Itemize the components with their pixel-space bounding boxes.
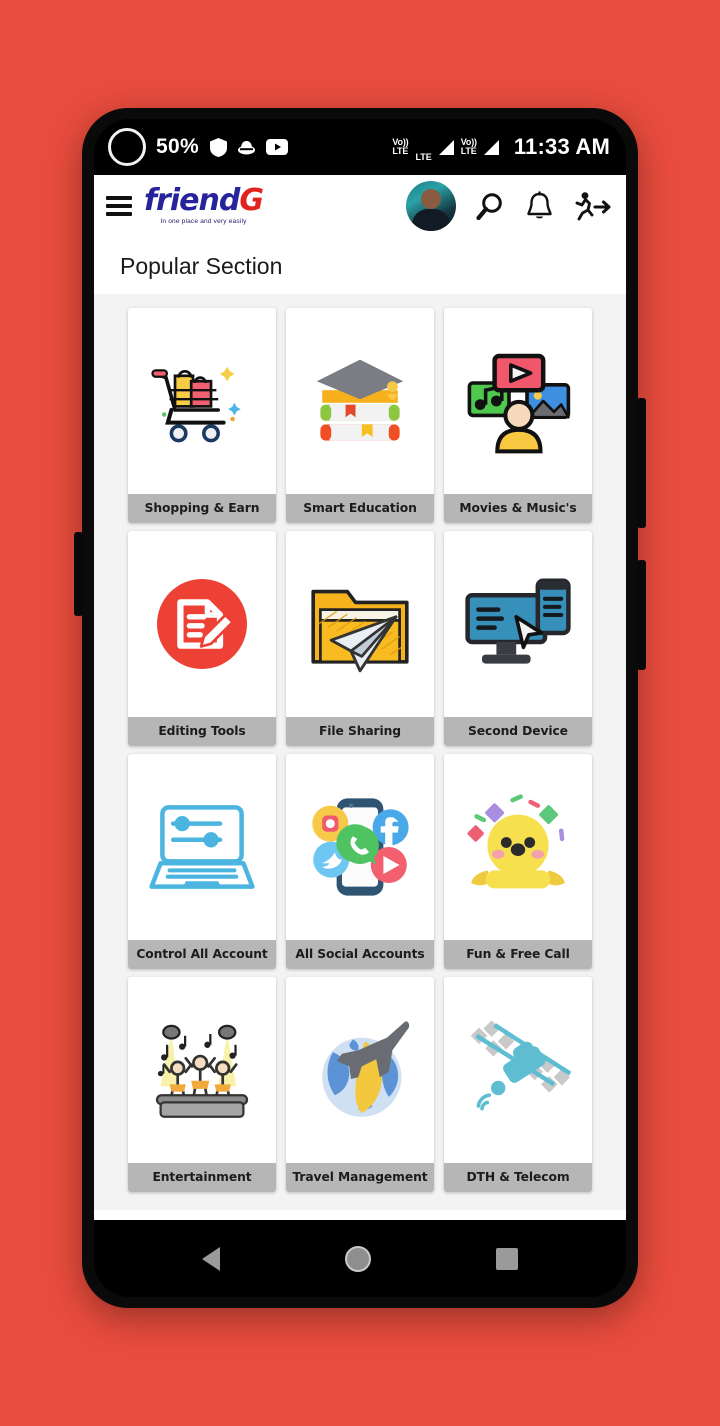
search-icon[interactable] — [475, 191, 506, 222]
logout-exit-icon[interactable] — [573, 191, 612, 222]
status-bar-left-icons — [209, 137, 288, 157]
document-edit-icon — [128, 531, 276, 717]
volte-bottom-label-2: LTE — [460, 146, 477, 156]
card-label: Smart Education — [286, 494, 434, 523]
app-logo-tagline: In one place and very easily — [160, 218, 247, 226]
avatar[interactable] — [406, 181, 456, 231]
card-label: Second Device — [444, 717, 592, 746]
monitor-phone-icon — [444, 531, 592, 717]
app-logo-text-accent: G — [239, 183, 264, 219]
android-navigation-bar — [94, 1220, 626, 1297]
phone-volume-button[interactable] — [637, 398, 646, 528]
phone-power-button[interactable] — [637, 560, 646, 670]
camera-punch-hole-icon — [108, 128, 146, 166]
shopping-cart-icon — [128, 308, 276, 494]
back-button[interactable] — [202, 1246, 221, 1271]
volte-bottom-label: LTE — [392, 146, 409, 156]
card-all-social-accounts[interactable]: All Social Accounts — [286, 754, 434, 969]
card-control-all-account[interactable]: Control All Account — [128, 754, 276, 969]
card-smart-education[interactable]: Smart Education — [286, 308, 434, 523]
app-logo-text: friendG — [144, 183, 264, 219]
battery-percent-label: 50% — [156, 135, 199, 158]
card-travel-management[interactable]: Travel Management — [286, 977, 434, 1192]
notification-bell-icon[interactable] — [525, 190, 554, 222]
card-label: Shopping & Earn — [128, 494, 276, 523]
card-label: Editing Tools — [128, 717, 276, 746]
card-label: Entertainment — [128, 1163, 276, 1192]
satellite-icon — [444, 977, 592, 1163]
status-bar-clock: 11:33 AM — [513, 134, 610, 159]
volte-indicator-2: Vo)) LTE — [461, 138, 477, 156]
content-scroll-area[interactable]: Shopping & Earn Smart Education Movies &… — [94, 294, 626, 1210]
popular-section-grid: Shopping & Earn Smart Education Movies &… — [94, 308, 626, 1192]
lte-label: LTE — [415, 152, 432, 162]
card-label: Travel Management — [286, 1163, 434, 1192]
signal-strength-icon-1 — [438, 139, 454, 155]
card-file-sharing[interactable]: File Sharing — [286, 531, 434, 746]
youtube-icon — [265, 139, 288, 155]
card-movies-musics[interactable]: Movies & Music's — [444, 308, 592, 523]
header-actions — [406, 181, 612, 231]
shield-icon — [209, 137, 227, 157]
page-title: Popular Section — [120, 253, 283, 279]
media-person-icon — [444, 308, 592, 494]
card-label: DTH & Telecom — [444, 1163, 592, 1192]
card-label: Fun & Free Call — [444, 940, 592, 969]
recents-button[interactable] — [495, 1247, 518, 1270]
phone-screen: 50% Vo)) LTE LTE Vo)) LTE 11:33 AM frien… — [94, 119, 626, 1297]
card-editing-tools[interactable]: Editing Tools — [128, 531, 276, 746]
smiley-confetti-icon — [444, 754, 592, 940]
card-label: Control All Account — [128, 940, 276, 969]
card-fun-free-call[interactable]: Fun & Free Call — [444, 754, 592, 969]
status-bar: 50% Vo)) LTE LTE Vo)) LTE 11:33 AM — [94, 119, 626, 175]
card-shopping-earn[interactable]: Shopping & Earn — [128, 308, 276, 523]
graduation-books-icon — [286, 308, 434, 494]
card-entertainment[interactable]: Entertainment — [128, 977, 276, 1192]
stage-performers-icon — [128, 977, 276, 1163]
folder-paper-plane-icon — [286, 531, 434, 717]
phone-frame: 50% Vo)) LTE LTE Vo)) LTE 11:33 AM frien… — [82, 108, 638, 1308]
airplane-globe-icon — [286, 977, 434, 1163]
card-second-device[interactable]: Second Device — [444, 531, 592, 746]
card-label: Movies & Music's — [444, 494, 592, 523]
hat-icon — [237, 140, 255, 154]
volte-indicator-1: Vo)) LTE — [392, 138, 408, 156]
social-phone-icon — [286, 754, 434, 940]
section-title-bar: Popular Section — [94, 237, 626, 294]
signal-strength-icon-2 — [483, 139, 499, 155]
card-dth-telecom[interactable]: DTH & Telecom — [444, 977, 592, 1192]
app-logo: friendG In one place and very easily — [144, 183, 264, 226]
home-button[interactable] — [344, 1245, 371, 1272]
app-header: friendG In one place and very easily — [94, 175, 626, 237]
card-label: All Social Accounts — [286, 940, 434, 969]
app-logo-text-primary: friend — [144, 183, 240, 219]
hamburger-menu-icon[interactable] — [106, 192, 132, 220]
status-bar-right-icons: Vo)) LTE LTE Vo)) LTE 11:33 AM — [392, 134, 610, 162]
card-label: File Sharing — [286, 717, 434, 746]
screen-body: Popular Section Shopping & Earn Smart Ed… — [94, 237, 626, 1220]
laptop-settings-icon — [128, 754, 276, 940]
